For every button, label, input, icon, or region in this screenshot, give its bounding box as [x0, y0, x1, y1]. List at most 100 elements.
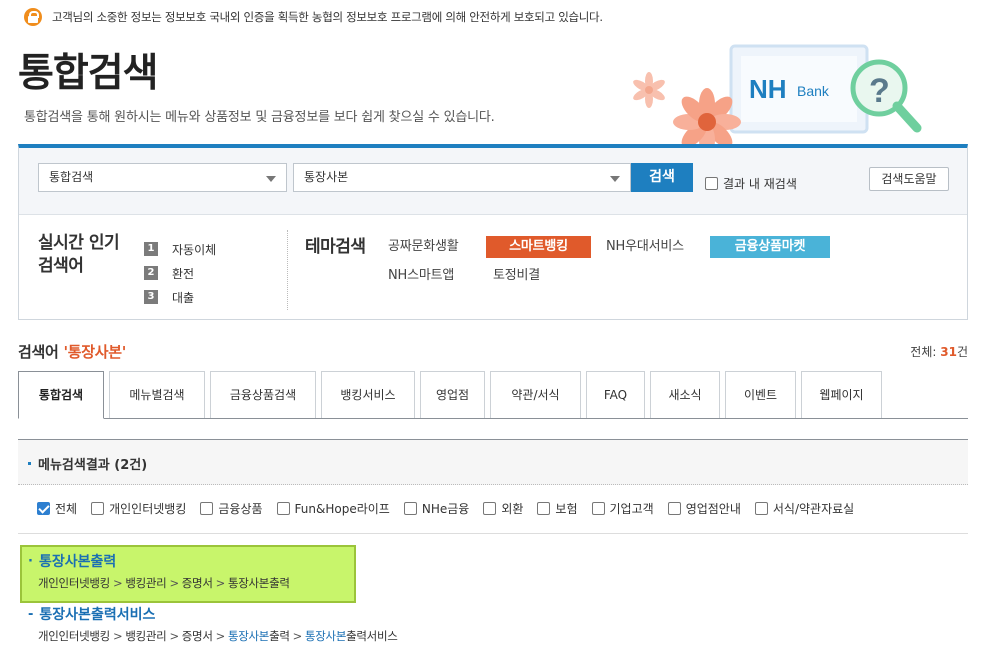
- filter-label: 서식/약관자료실: [772, 502, 855, 516]
- chevron-right-icon: >: [215, 629, 226, 643]
- keyword-label: 검색어: [18, 343, 59, 361]
- breadcrumb-item: 뱅킹관리: [125, 576, 167, 590]
- search-bar: 통합검색 통장사본 검색 결과 내 재검색 검색도움말: [19, 148, 967, 215]
- popular-keyword-label[interactable]: 대출: [172, 289, 194, 306]
- checkbox-icon[interactable]: [537, 502, 551, 515]
- tab-event[interactable]: 이벤트: [725, 371, 796, 418]
- popular-title-line1: 실시간 인기: [38, 233, 120, 253]
- filter-label: 금융상품: [218, 502, 263, 516]
- chevron-down-icon: [610, 176, 620, 182]
- divider: [287, 230, 288, 310]
- filter-insurance[interactable]: 보험: [537, 500, 578, 517]
- research-checkbox[interactable]: 결과 내 재검색: [705, 175, 797, 192]
- theme-link-financial-market[interactable]: 금융상품마켓: [710, 236, 830, 258]
- filter-label: Fun&Hope라이프: [294, 502, 390, 516]
- checkbox-icon[interactable]: [483, 502, 497, 515]
- flower-icon: [633, 72, 741, 152]
- popular-keywords-list: 1 자동이체 2 환전 3 대출: [144, 237, 216, 309]
- lock-icon: [24, 8, 42, 26]
- nh-logo-text: NH: [749, 74, 787, 104]
- filter-corporate[interactable]: 기업고객: [591, 500, 654, 517]
- security-notice-text: 고객님의 소중한 정보는 정보보호 국내외 인증을 획득한 농협의 정보보호 프…: [52, 10, 603, 24]
- search-category-select[interactable]: 통합검색: [38, 163, 287, 192]
- rank-badge: 2: [144, 266, 158, 280]
- checkbox-icon[interactable]: [91, 502, 105, 515]
- tab-integrated[interactable]: 통합검색: [18, 371, 104, 419]
- checkbox-icon[interactable]: [200, 502, 214, 515]
- breadcrumb-item: 통장사본출력: [227, 576, 290, 590]
- search-input[interactable]: 통장사본: [293, 163, 631, 192]
- total-count: 전체: 31건: [910, 343, 968, 360]
- checkbox-icon[interactable]: [37, 502, 50, 515]
- tab-news[interactable]: 새소식: [650, 371, 720, 418]
- result-item[interactable]: · 통장사본 출력 개인인터넷뱅킹 > 뱅킹관리 > 증명서 > 통장사본출력: [28, 551, 290, 591]
- popular-keyword-item[interactable]: 2 환전: [144, 261, 216, 285]
- filter-label: 영업점안내: [685, 502, 741, 516]
- theme-link[interactable]: NH스마트앱: [388, 265, 454, 287]
- bullet-icon: -: [28, 606, 34, 622]
- result-title[interactable]: · 통장사본 출력: [28, 551, 290, 571]
- filter-forms[interactable]: 서식/약관자료실: [754, 500, 855, 517]
- filter-nhe[interactable]: NHe금융: [403, 500, 470, 517]
- chevron-right-icon: >: [215, 576, 226, 590]
- tab-branch[interactable]: 영업점: [420, 371, 485, 418]
- filter-fx[interactable]: 외환: [483, 500, 523, 517]
- theme-link[interactable]: NH우대서비스: [606, 236, 684, 258]
- bullet-icon: [28, 462, 31, 465]
- checkbox-icon[interactable]: [276, 502, 290, 515]
- rank-badge: 1: [144, 242, 158, 256]
- result-title-rest: 출력서비스: [90, 607, 156, 623]
- result-breadcrumb: 개인인터넷뱅킹 > 뱅킹관리 > 증명서 > 통장사본출력: [28, 575, 290, 591]
- theme-search-title: 테마검색: [305, 237, 366, 257]
- svg-text:?: ?: [869, 72, 890, 110]
- nh-logo-subtext: Bank: [797, 83, 830, 99]
- popular-keyword-item[interactable]: 3 대출: [144, 285, 216, 309]
- filter-all[interactable]: 전체: [37, 500, 77, 517]
- result-item[interactable]: - 통장사본 출력서비스 개인인터넷뱅킹 > 뱅킹관리 > 증명서 > 통장사본출력 > 통장사본…: [28, 604, 398, 644]
- tab-menu[interactable]: 메뉴별검색: [109, 371, 205, 418]
- theme-link[interactable]: 공짜문화생활: [388, 236, 459, 258]
- theme-link[interactable]: 토정비결: [493, 265, 540, 287]
- filter-branch-info[interactable]: 영업점안내: [667, 500, 741, 517]
- checkbox-icon[interactable]: [403, 502, 417, 515]
- total-unit: 건: [956, 345, 968, 359]
- tab-banking[interactable]: 뱅킹서비스: [321, 371, 415, 418]
- checkbox-icon[interactable]: [754, 502, 768, 515]
- hero-illustration: NH Bank ?: [633, 44, 922, 152]
- filter-label: NHe금융: [421, 502, 470, 516]
- checkbox-icon[interactable]: [705, 177, 718, 190]
- theme-link-smart-banking[interactable]: 스마트뱅킹: [486, 236, 591, 258]
- breadcrumb-item: 증명서: [181, 629, 213, 643]
- total-label: 전체:: [910, 345, 937, 359]
- breadcrumb-item: 뱅킹관리: [125, 629, 167, 643]
- checkbox-icon[interactable]: [591, 502, 605, 515]
- tab-terms[interactable]: 약관/서식: [490, 371, 581, 418]
- popular-keyword-label[interactable]: 환전: [172, 265, 194, 282]
- checkbox-icon[interactable]: [667, 502, 681, 515]
- breadcrumb-item: 출력: [269, 629, 290, 643]
- breadcrumb-item: 증명서: [181, 576, 213, 590]
- result-title[interactable]: - 통장사본 출력서비스: [28, 604, 398, 624]
- tab-products[interactable]: 금융상품검색: [210, 371, 316, 418]
- breadcrumb-item: 출력서비스: [346, 629, 398, 643]
- page-title: 통합검색: [18, 51, 159, 96]
- filter-label: 전체: [55, 502, 78, 516]
- tab-webpage[interactable]: 웹페이지: [801, 371, 882, 418]
- search-help-button[interactable]: 검색도움말: [869, 167, 949, 191]
- filter-personal-banking[interactable]: 개인인터넷뱅킹: [91, 500, 186, 517]
- popular-keyword-item[interactable]: 1 자동이체: [144, 237, 216, 261]
- security-notice: 고객님의 소중한 정보는 정보보호 국내외 인증을 획득한 농협의 정보보호 프…: [24, 7, 603, 27]
- divider: [18, 533, 968, 534]
- search-button[interactable]: 검색: [631, 163, 693, 192]
- filter-label: 외환: [501, 502, 524, 516]
- filter-fun-hope[interactable]: Fun&Hope라이프: [276, 500, 390, 517]
- page-subtitle: 통합검색을 통해 원하시는 메뉴와 상품정보 및 금융정보를 보다 쉽게 찾으실…: [24, 110, 495, 125]
- tab-faq[interactable]: FAQ: [586, 371, 645, 418]
- chevron-down-icon: [266, 176, 276, 182]
- filter-products[interactable]: 금융상품: [200, 500, 263, 517]
- search-keyword-heading: 검색어 '통장사본': [18, 341, 126, 362]
- search-query-value: 통장사본: [304, 170, 349, 184]
- popular-keywords-title: 실시간 인기 검색어: [38, 232, 120, 278]
- popular-keyword-label[interactable]: 자동이체: [172, 241, 216, 258]
- category-filters: 전체 개인인터넷뱅킹 금융상품 Fun&Hope라이프 NHe금융 외환 보험 …: [37, 500, 868, 517]
